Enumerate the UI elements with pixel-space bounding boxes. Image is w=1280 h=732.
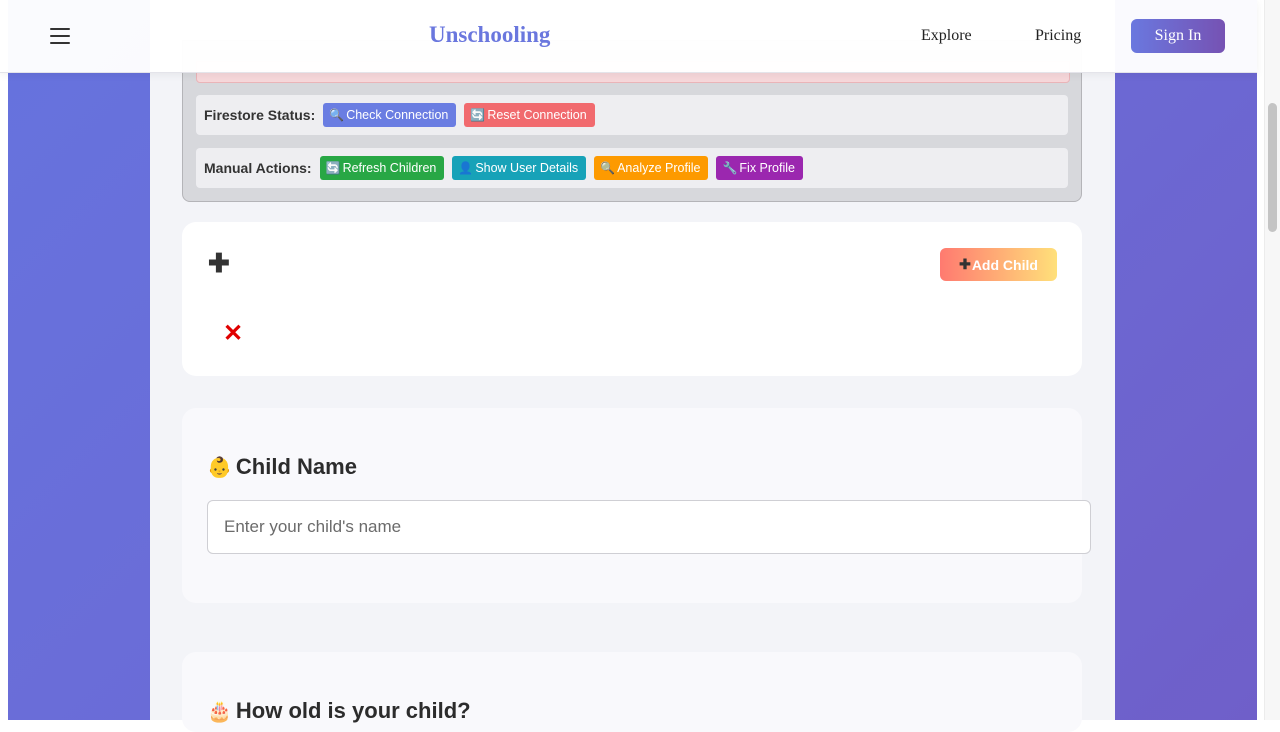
magnifier-icon: 🔍 (600, 161, 616, 175)
sign-in-button[interactable]: Sign In (1131, 19, 1225, 53)
manual-actions-label: Manual Actions: (204, 160, 312, 176)
brand-logo[interactable]: Unschooling (429, 22, 550, 48)
child-name-input[interactable] (207, 500, 1091, 554)
plus-icon: ✚ (208, 248, 230, 278)
refresh-icon: 🔄 (470, 108, 486, 122)
add-child-button[interactable]: ✚ Add Child (940, 248, 1057, 281)
nav-explore[interactable]: Explore (921, 27, 972, 45)
child-age-title: 🎂 How old is your child? (207, 698, 471, 724)
plus-icon: ✚ (959, 256, 971, 272)
reset-connection-button[interactable]: 🔄 Reset Connection (464, 103, 595, 127)
fix-profile-button[interactable]: 🔧 Fix Profile (716, 156, 803, 180)
check-connection-button[interactable]: 🔍 Check Connection (323, 103, 457, 127)
show-user-details-button[interactable]: 👤 Show User Details (452, 156, 587, 180)
nav-pricing[interactable]: Pricing (1035, 27, 1081, 45)
top-navbar: Unschooling Explore Pricing Sign In (0, 0, 1257, 73)
firestore-status-row: Firestore Status: 🔍 Check Connection 🔄 R… (196, 95, 1068, 135)
analyze-profile-button[interactable]: 🔍 Analyze Profile (594, 156, 709, 180)
magnifier-icon: 🔍 (329, 108, 345, 122)
add-child-card (182, 222, 1082, 376)
add-child-label: Add Child (971, 256, 1038, 273)
child-name-label: Child Name (235, 454, 357, 479)
scrollbar-thumb[interactable] (1268, 103, 1277, 232)
wrench-icon: 🔧 (722, 161, 738, 175)
child-name-title: 👶 Child Name (207, 454, 357, 480)
user-icon: 👤 (458, 161, 474, 175)
manual-actions-row: Manual Actions: 🔄 Refresh Children 👤 Sho… (196, 148, 1068, 188)
child-age-label: How old is your child? (235, 698, 471, 723)
baby-icon: 👶 (207, 456, 232, 479)
hamburger-menu-icon[interactable] (50, 28, 70, 44)
refresh-icon: 🔄 (325, 161, 341, 175)
firestore-status-label: Firestore Status: (204, 107, 316, 123)
refresh-children-button[interactable]: 🔄 Refresh Children (319, 156, 445, 180)
error-x-icon: ✕ (223, 320, 244, 347)
